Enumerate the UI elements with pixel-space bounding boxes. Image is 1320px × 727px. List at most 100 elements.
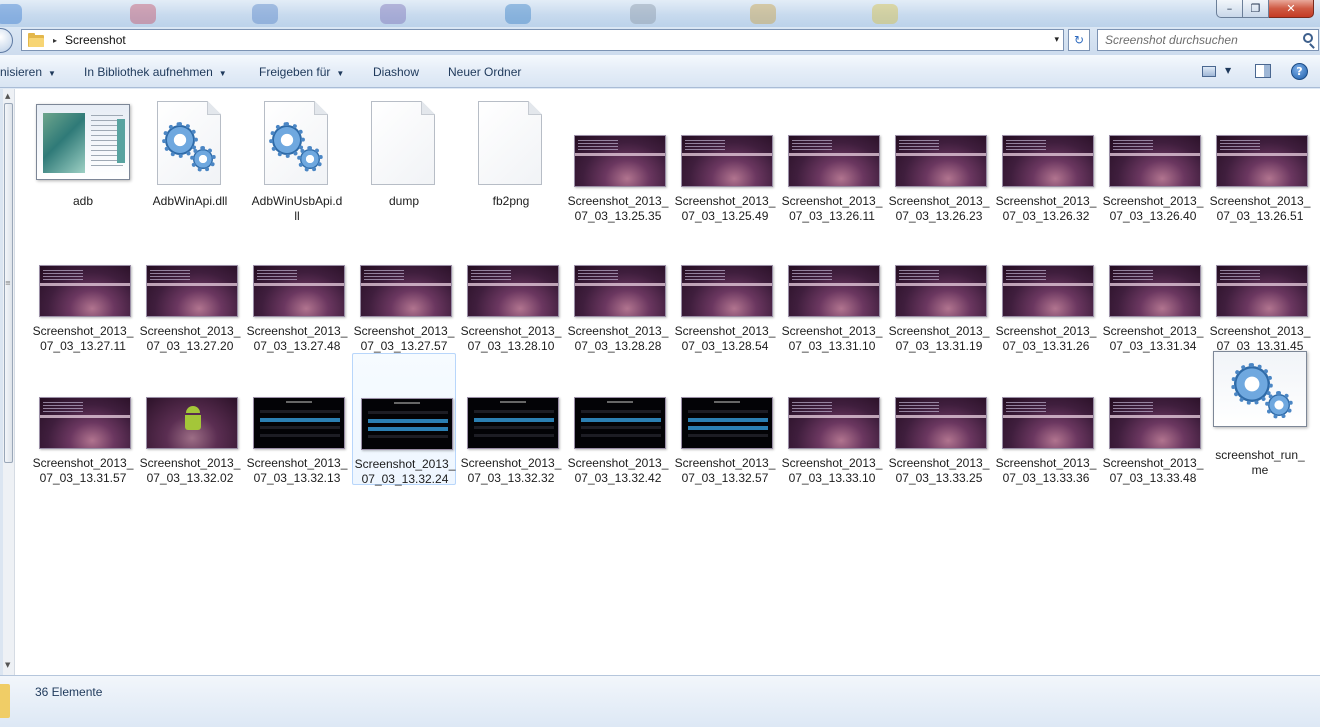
file-item[interactable]: Screenshot_2013_ 07_03_13.27.11 bbox=[31, 227, 135, 359]
file-item[interactable]: Screenshot_2013_ 07_03_13.32.32 bbox=[459, 359, 563, 491]
search-icon[interactable] bbox=[1303, 33, 1313, 43]
image-thumbnail-icon bbox=[1002, 265, 1094, 317]
file-item[interactable]: Screenshot_2013_ 07_03_13.31.19 bbox=[887, 227, 991, 359]
image-thumbnail-icon bbox=[574, 397, 666, 449]
help-icon[interactable]: ? bbox=[1291, 63, 1308, 80]
file-item[interactable]: Screenshot_2013_ 07_03_13.27.20 bbox=[138, 227, 242, 359]
file-name-continued: 07_03_13.32.24 bbox=[361, 472, 449, 486]
scroll-down-icon[interactable]: ▼ bbox=[5, 661, 10, 669]
minimize-button[interactable]: – bbox=[1216, 0, 1243, 18]
back-button[interactable] bbox=[0, 28, 13, 53]
file-item[interactable]: AdbWinApi.dll bbox=[138, 97, 242, 229]
file-item[interactable]: AdbWinUsbApi.d ll bbox=[245, 97, 349, 229]
file-item[interactable]: screenshot_run_ me bbox=[1208, 351, 1312, 491]
file-item[interactable]: Screenshot_2013_ 07_03_13.26.51 bbox=[1208, 97, 1312, 229]
preview-pane-icon[interactable] bbox=[1255, 64, 1271, 78]
file-name-continued: 07_03_13.33.48 bbox=[1109, 471, 1197, 485]
file-name: Screenshot_2013_ bbox=[567, 324, 669, 338]
file-name-continued: 07_03_13.31.57 bbox=[39, 471, 127, 485]
file-item[interactable]: Screenshot_2013_ 07_03_13.31.26 bbox=[994, 227, 1098, 359]
file-item[interactable]: Screenshot_2013_ 07_03_13.32.13 bbox=[245, 359, 349, 491]
menu-row-icon bbox=[368, 411, 448, 414]
search-input[interactable] bbox=[1105, 33, 1301, 47]
generic-file-icon bbox=[478, 101, 542, 185]
change-view-icon[interactable] bbox=[1202, 66, 1216, 77]
file-item[interactable]: adb bbox=[31, 97, 135, 229]
organize-menu[interactable]: nisieren ▼ bbox=[0, 65, 56, 79]
share-with-menu[interactable]: Freigeben für ▼ bbox=[259, 65, 344, 79]
file-name-continued: 07_03_13.27.20 bbox=[146, 339, 234, 353]
file-name-continued: 07_03_13.26.11 bbox=[789, 209, 875, 223]
file-item[interactable]: Screenshot_2013_ 07_03_13.28.54 bbox=[673, 227, 777, 359]
file-item[interactable]: Screenshot_2013_ 07_03_13.28.10 bbox=[459, 227, 563, 359]
file-item[interactable]: Screenshot_2013_ 07_03_13.27.57 bbox=[352, 227, 456, 359]
close-button[interactable]: ✕ bbox=[1269, 0, 1314, 18]
file-name-continued: 07_03_13.32.02 bbox=[146, 471, 234, 485]
menu-row-icon bbox=[474, 418, 554, 422]
file-item[interactable]: Screenshot_2013_ 07_03_13.26.23 bbox=[887, 97, 991, 229]
maximize-button[interactable]: ❐ bbox=[1243, 0, 1269, 18]
image-thumbnail-icon bbox=[681, 265, 773, 317]
folder-icon bbox=[28, 32, 44, 47]
file-view: ▲ ≡ ▼ adb AdbWinApi.dll AdbWinUsbApi.d ll du… bbox=[3, 89, 1320, 675]
blurred-desktop-icon bbox=[872, 4, 898, 24]
file-name: Screenshot_2013_ bbox=[888, 324, 990, 338]
breadcrumb-arrow-icon[interactable]: ▸ bbox=[53, 36, 57, 45]
file-item[interactable]: Screenshot_2013_ 07_03_13.32.02 bbox=[138, 359, 242, 491]
file-item[interactable]: Screenshot_2013_ 07_03_13.25.49 bbox=[673, 97, 777, 229]
file-name: Screenshot_2013_ bbox=[139, 324, 241, 338]
blurred-desktop-icon bbox=[630, 4, 656, 24]
image-thumbnail-icon bbox=[467, 265, 559, 317]
file-item[interactable]: Screenshot_2013_ 07_03_13.27.48 bbox=[245, 227, 349, 359]
new-folder-button[interactable]: Neuer Ordner bbox=[448, 65, 521, 79]
nav-scrollbar[interactable]: ▲ ≡ ▼ bbox=[3, 89, 15, 675]
file-item[interactable]: Screenshot_2013_ 07_03_13.32.42 bbox=[566, 359, 670, 491]
settings-application-icon bbox=[1213, 351, 1307, 427]
file-item[interactable]: Screenshot_2013_ 07_03_13.33.25 bbox=[887, 359, 991, 491]
file-name: Screenshot_2013_ bbox=[995, 194, 1097, 208]
blurred-desktop-icon bbox=[750, 4, 776, 24]
file-item[interactable]: Screenshot_2013_ 07_03_13.31.34 bbox=[1101, 227, 1205, 359]
file-item[interactable]: Screenshot_2013_ 07_03_13.31.10 bbox=[780, 227, 884, 359]
file-name: Screenshot_2013_ bbox=[995, 324, 1097, 338]
file-name-continued: 07_03_13.27.11 bbox=[40, 339, 126, 353]
file-item[interactable]: Screenshot_2013_ 07_03_13.26.11 bbox=[780, 97, 884, 229]
file-item[interactable]: Screenshot_2013_ 07_03_13.33.48 bbox=[1101, 359, 1205, 491]
file-name-continued: 07_03_13.28.54 bbox=[681, 339, 769, 353]
slideshow-button[interactable]: Diashow bbox=[373, 65, 419, 79]
file-item[interactable]: dump bbox=[352, 97, 456, 229]
file-item[interactable]: Screenshot_2013_ 07_03_13.32.57 bbox=[673, 359, 777, 491]
file-name-continued: 07_03_13.28.28 bbox=[574, 339, 662, 353]
file-item[interactable]: Screenshot_2013_ 07_03_13.28.28 bbox=[566, 227, 670, 359]
file-name: Screenshot_2013_ bbox=[781, 324, 883, 338]
file-name-continued: ll bbox=[294, 209, 300, 223]
file-name-continued: 07_03_13.25.49 bbox=[681, 209, 769, 223]
address-bar[interactable]: ▸ Screenshot ▾ bbox=[21, 29, 1064, 51]
refresh-button[interactable]: ↻ bbox=[1068, 29, 1090, 51]
file-name: Screenshot_2013_ bbox=[139, 456, 241, 470]
file-name-continued: 07_03_13.25.35 bbox=[574, 209, 662, 223]
menu-row-icon bbox=[688, 410, 768, 413]
file-item[interactable]: Screenshot_2013_ 07_03_13.25.35 bbox=[566, 97, 670, 229]
menu-row-icon bbox=[260, 434, 340, 437]
file-name-continued: 07_03_13.32.13 bbox=[253, 471, 341, 485]
file-item[interactable]: Screenshot_2013_ 07_03_13.26.32 bbox=[994, 97, 1098, 229]
file-item[interactable]: Screenshot_2013_ 07_03_13.33.36 bbox=[994, 359, 1098, 491]
search-box[interactable] bbox=[1097, 29, 1319, 51]
image-thumbnail-icon bbox=[1216, 135, 1308, 187]
scroll-up-icon[interactable]: ▲ bbox=[5, 92, 10, 100]
file-item[interactable]: Screenshot_2013_ 07_03_13.31.57 bbox=[31, 359, 135, 491]
image-thumbnail-icon bbox=[681, 135, 773, 187]
file-item[interactable]: fb2png bbox=[459, 97, 563, 229]
image-thumbnail-icon bbox=[360, 265, 452, 317]
file-item[interactable]: Screenshot_2013_ 07_03_13.31.45 bbox=[1208, 227, 1312, 359]
include-in-library-menu[interactable]: In Bibliothek aufnehmen ▼ bbox=[84, 65, 227, 79]
file-name: Screenshot_2013_ bbox=[1209, 324, 1311, 338]
address-dropdown-icon[interactable]: ▾ bbox=[1054, 35, 1059, 45]
view-options-chevron-icon[interactable]: ▼ bbox=[1225, 66, 1231, 75]
file-item[interactable]: Screenshot_2013_ 07_03_13.32.24 bbox=[352, 353, 456, 486]
file-name-continued: 07_03_13.27.57 bbox=[360, 339, 448, 353]
breadcrumb-screenshot[interactable]: Screenshot bbox=[65, 33, 126, 47]
file-item[interactable]: Screenshot_2013_ 07_03_13.26.40 bbox=[1101, 97, 1205, 229]
file-item[interactable]: Screenshot_2013_ 07_03_13.33.10 bbox=[780, 359, 884, 491]
